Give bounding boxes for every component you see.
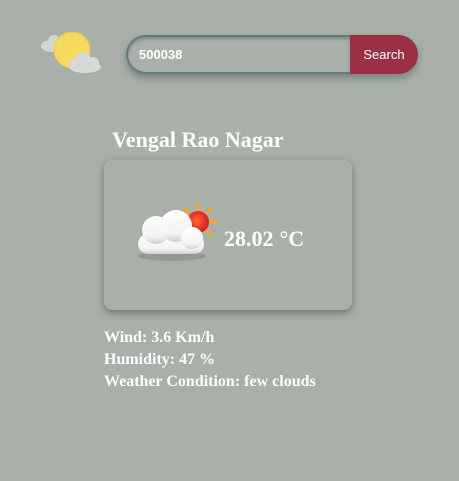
location-name: Vengal Rao Nagar — [112, 127, 284, 152]
temperature-display: 28.02 °C — [224, 224, 304, 254]
condition-label: Weather Condition: — [104, 373, 241, 390]
app-logo-icon — [39, 30, 103, 74]
temperature-unit: °C — [279, 226, 305, 251]
condition-value: few clouds — [244, 373, 316, 390]
search-form: Search — [126, 35, 418, 74]
few-clouds-icon — [130, 200, 222, 268]
wind-row: Wind: 3.6 Km/h — [104, 327, 316, 349]
humidity-row: Humidity: 47 % — [104, 349, 316, 371]
wind-value: 3.6 Km/h — [151, 329, 215, 346]
humidity-label: Humidity: — [104, 351, 176, 368]
wind-label: Wind: — [104, 329, 148, 346]
condition-row: Weather Condition: few clouds — [104, 371, 316, 393]
weather-card: 28.02 °C — [104, 160, 352, 310]
search-input[interactable] — [126, 35, 350, 74]
humidity-value: 47 % — [179, 351, 216, 368]
temperature-value: 28.02 — [224, 226, 274, 251]
weather-details: Wind: 3.6 Km/h Humidity: 47 % Weather Co… — [104, 327, 316, 393]
search-button[interactable]: Search — [350, 35, 418, 74]
